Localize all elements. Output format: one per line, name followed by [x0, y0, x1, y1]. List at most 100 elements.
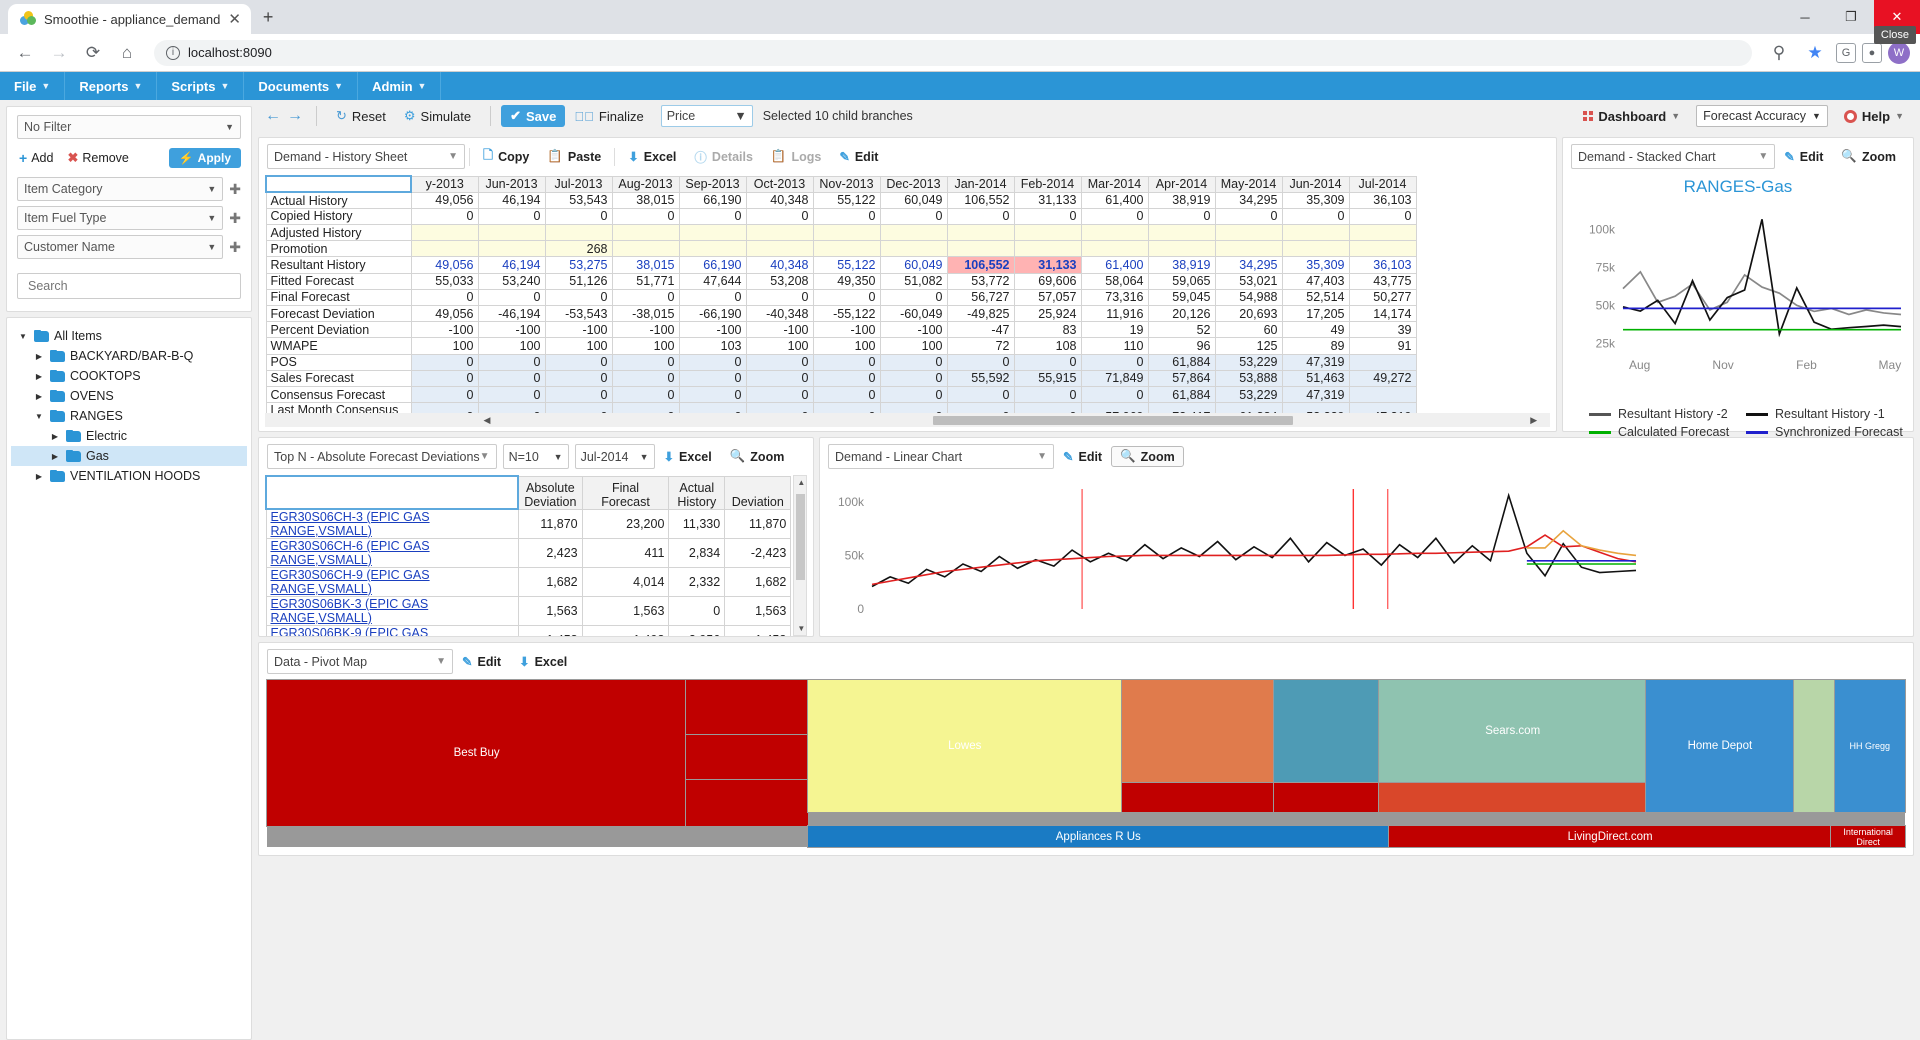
item-link-cell[interactable]: EGR30S06BK-9 (EPIC GAS RANGE,VSMALL)	[265, 625, 519, 636]
table-cell[interactable]: 2,956	[668, 625, 726, 636]
table-cell[interactable]: -2,423	[724, 538, 792, 568]
profile-avatar[interactable]: W	[1888, 41, 1910, 64]
item-link[interactable]: EGR30S06CH-3 (EPIC GAS RANGE,VSMALL)	[271, 510, 430, 538]
scroll-thumb[interactable]	[933, 415, 1293, 425]
table-row[interactable]: Actual History 49,056 46,194 53,543 38,015 66…	[265, 191, 1417, 209]
table-cell[interactable]	[1013, 224, 1082, 242]
table-cell[interactable]: 0	[812, 353, 881, 371]
table-cell[interactable]	[812, 240, 881, 258]
table-cell[interactable]: 0	[611, 288, 680, 307]
table-cell[interactable]	[1214, 240, 1283, 258]
table-cell[interactable]	[477, 240, 546, 258]
table-cell[interactable]: 0	[745, 353, 814, 371]
table-cell[interactable]: 0	[477, 402, 546, 413]
item-link-cell[interactable]: EGR30S06CH-9 (EPIC GAS RANGE,VSMALL)	[265, 567, 519, 597]
table-cell[interactable]: 69,606	[1013, 272, 1082, 290]
tree-item[interactable]: ▶ Electric	[11, 426, 247, 446]
item-link-cell[interactable]: EGR30S06CH-3 (EPIC GAS RANGE,VSMALL)	[265, 508, 519, 539]
stacked-chart-select[interactable]: Demand - Stacked Chart ▼	[1571, 144, 1776, 169]
table-cell[interactable]: 36,103	[1348, 256, 1417, 274]
home-icon[interactable]: ⌂	[112, 39, 142, 67]
table-cell[interactable]	[611, 224, 680, 242]
browser-tab[interactable]: Smoothie - appliance_demand ✕	[8, 4, 251, 34]
new-tab-button[interactable]: +	[263, 7, 274, 28]
table-cell[interactable]: -100	[812, 321, 881, 339]
table-cell[interactable]: 20,693	[1214, 304, 1283, 323]
table-cell[interactable]: 0	[477, 369, 546, 387]
table-cell[interactable]: 0	[745, 207, 814, 226]
column-header[interactable]: Actual History	[668, 475, 726, 510]
table-cell[interactable]: 0	[410, 369, 479, 387]
treemap-tile[interactable]: HH Gregg	[1833, 679, 1906, 813]
topn-select[interactable]: Top N - Absolute Forecast Deviations ▼	[267, 444, 497, 469]
table-cell[interactable]: 49,056	[410, 256, 479, 274]
topn-n-select[interactable]: N=10 ▼	[502, 444, 569, 469]
treemap-tile[interactable]	[1121, 679, 1276, 784]
table-row[interactable]: EGR30S06CH-6 (EPIC GAS RANGE,VSMALL) 2,42…	[265, 538, 792, 568]
table-cell[interactable]: 31,133	[1013, 191, 1082, 209]
table-cell[interactable]: -66,190	[678, 304, 747, 323]
history-grid-hscrollbar[interactable]: ◀ ▶	[265, 413, 1550, 427]
linear-chart-select[interactable]: Demand - Linear Chart ▼	[828, 444, 1054, 469]
table-cell[interactable]: 49	[1281, 321, 1350, 339]
table-cell[interactable]: 0	[1214, 207, 1283, 226]
table-cell[interactable]: 0	[544, 369, 613, 387]
table-cell[interactable]: 54,988	[1214, 288, 1283, 307]
table-cell[interactable]: 31,133	[1013, 256, 1082, 274]
table-cell[interactable]: 34,295	[1214, 191, 1283, 209]
table-cell[interactable]	[879, 224, 948, 242]
table-cell[interactable]	[1348, 385, 1417, 404]
table-cell[interactable]: -1,458	[724, 625, 792, 636]
search-box[interactable]	[17, 273, 241, 299]
table-cell[interactable]: 14,174	[1348, 304, 1417, 323]
table-cell[interactable]: 100	[879, 337, 948, 355]
scroll-thumb[interactable]	[796, 494, 806, 580]
table-cell[interactable]: 57,057	[1013, 288, 1082, 307]
table-cell[interactable]: 0	[1013, 353, 1082, 371]
table-cell[interactable]: 38,015	[611, 191, 680, 209]
column-header[interactable]: y-2013	[410, 175, 479, 193]
table-cell[interactable]: 100	[611, 337, 680, 355]
table-cell[interactable]: 0	[544, 288, 613, 307]
scroll-up-icon[interactable]: ▲	[797, 478, 805, 487]
table-cell[interactable]: 0	[611, 402, 680, 413]
treemap-tile[interactable]	[685, 678, 809, 737]
chevron-right-icon[interactable]: ▶	[49, 432, 61, 441]
table-cell[interactable]: 2,423	[517, 538, 583, 568]
table-cell[interactable]: 411	[581, 538, 670, 568]
table-cell[interactable]: 0	[879, 353, 948, 371]
table-cell[interactable]: 2,332	[668, 567, 726, 597]
finalize-button[interactable]: ✔⃝ Finalize	[565, 106, 652, 127]
table-cell[interactable]	[1348, 353, 1417, 371]
table-cell[interactable]: 38,015	[611, 256, 680, 274]
table-cell[interactable]: 0	[611, 207, 680, 226]
table-cell[interactable]: 73,316	[1080, 288, 1149, 307]
table-cell[interactable]: -100	[477, 321, 546, 339]
topn-vscrollbar[interactable]: ▲ ▼	[793, 475, 807, 636]
history-sheet-select[interactable]: Demand - History Sheet ▼	[267, 144, 465, 169]
treemap-tile[interactable]: Appliances R Us	[806, 825, 1391, 848]
table-cell[interactable]: 47,403	[1281, 272, 1350, 290]
table-cell[interactable]: 47,644	[678, 272, 747, 290]
table-cell[interactable]: 0	[812, 369, 881, 387]
table-cell[interactable]: 125	[1214, 337, 1283, 355]
table-cell[interactable]: 50,277	[1348, 288, 1417, 307]
column-header[interactable]: Aug-2013	[611, 175, 680, 193]
linear-chart-edit-button[interactable]: ✎ Edit	[1054, 449, 1111, 465]
chevron-right-icon[interactable]: ▶	[33, 352, 45, 361]
table-cell[interactable]: 51,771	[611, 272, 680, 290]
table-cell[interactable]: 58,064	[1080, 272, 1149, 290]
table-cell[interactable]: -100	[745, 321, 814, 339]
table-cell[interactable]: 72	[946, 337, 1015, 355]
table-cell[interactable]: 46,194	[477, 191, 546, 209]
table-cell[interactable]: 43,775	[1348, 272, 1417, 290]
item-link[interactable]: EGR30S06CH-6 (EPIC GAS RANGE,VSMALL)	[271, 539, 430, 567]
search-input[interactable]	[26, 278, 232, 294]
table-cell[interactable]: 103	[678, 337, 747, 355]
filter-select[interactable]: No Filter ▼	[17, 115, 241, 139]
treemap[interactable]: Best Buy Lowes Sears.com Home Depot HH Gregg…	[265, 678, 1906, 848]
bookmark-star-icon[interactable]: ★	[1800, 39, 1830, 67]
table-cell[interactable]: 4,014	[581, 567, 670, 597]
table-cell[interactable]: 66,190	[678, 191, 747, 209]
table-cell[interactable]	[611, 240, 680, 258]
